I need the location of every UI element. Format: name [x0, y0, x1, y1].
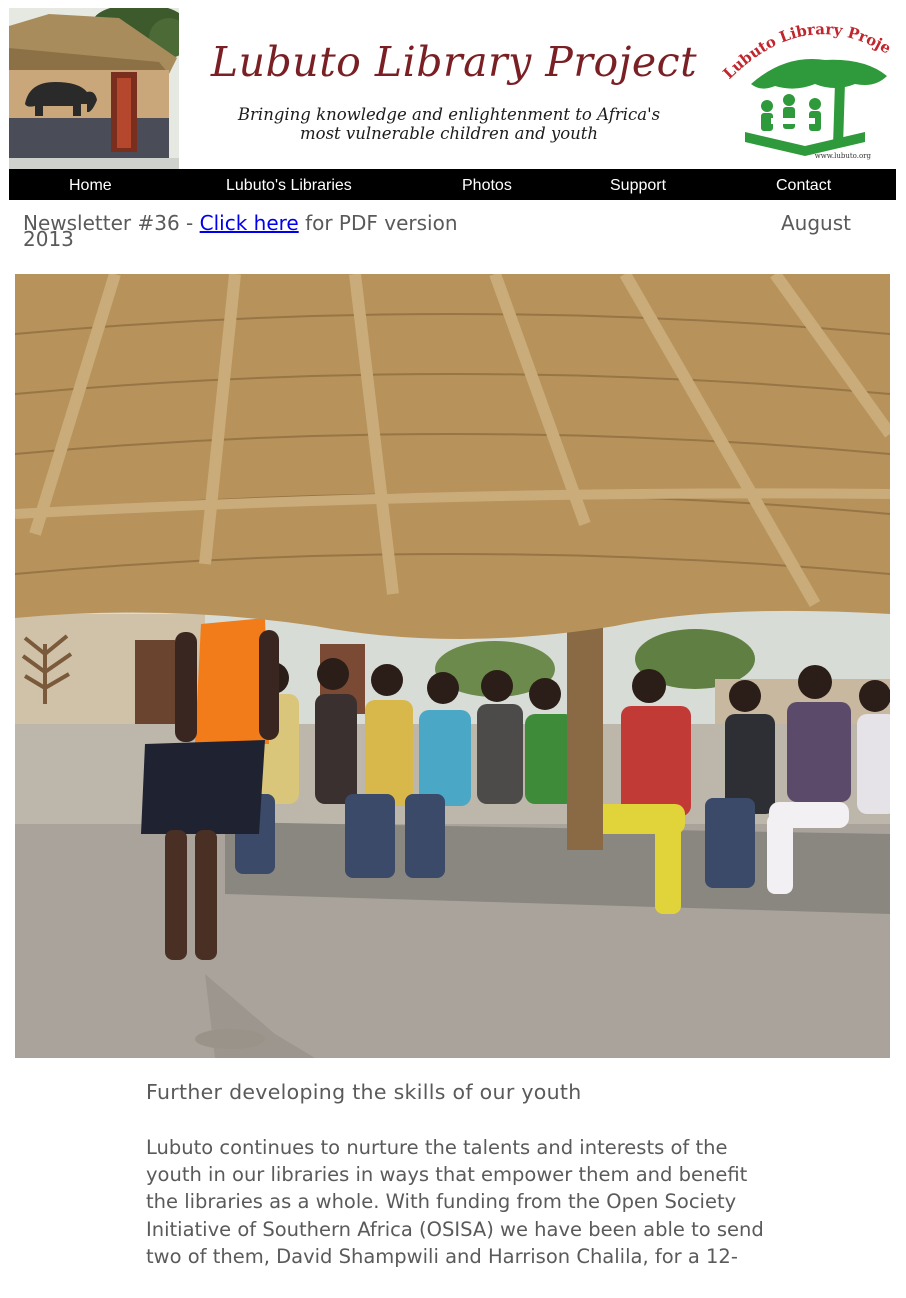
article-body-line: Lubuto continues to nurture the talents …: [146, 1136, 728, 1159]
youth-gathering-photo: [15, 274, 890, 1058]
main-nav: Home Lubuto's Libraries Photos Support C…: [9, 169, 896, 200]
site-tagline: Bringing knowledge and enlightenment to …: [179, 105, 719, 143]
newsletter-issue-line: Newsletter #36 - Click here for PDF vers…: [23, 211, 458, 235]
pdf-version-link[interactable]: Click here: [200, 211, 299, 235]
article-heading: Further developing the skills of our you…: [146, 1080, 582, 1104]
nav-contact[interactable]: Contact: [776, 169, 831, 200]
article-body-line: the libraries as a whole. With funding f…: [146, 1190, 737, 1214]
issue-month: August: [781, 211, 851, 235]
tagline-line-1: Bringing knowledge and enlightenment to …: [237, 105, 661, 124]
article-body-line: youth in our libraries in ways that empo…: [146, 1163, 748, 1187]
banner-hut-photo: [9, 8, 179, 169]
issue-year: 2013: [23, 227, 74, 251]
header-banner: Lubuto Library Project Bringing knowledg…: [9, 8, 896, 169]
site-title: Lubuto Library Project: [210, 38, 698, 86]
article-body-line: two of them, David Shampwili and Harriso…: [146, 1244, 738, 1268]
lubuto-logo: Lubuto Library Project www.lubuto.org: [715, 14, 895, 164]
nav-home[interactable]: Home: [69, 169, 112, 200]
tagline-line-2: most vulnerable children and youth: [299, 124, 599, 143]
issue-suffix: for PDF version: [298, 211, 458, 235]
article-body-line: Initiative of Southern Africa (OSISA) we…: [146, 1217, 764, 1241]
nav-support[interactable]: Support: [610, 169, 666, 200]
article-body: Lubuto continues to nurture the talents …: [146, 1134, 786, 1270]
nav-lubutos-libraries[interactable]: Lubuto's Libraries: [226, 169, 352, 200]
nav-photos[interactable]: Photos: [462, 169, 512, 200]
logo-url: www.lubuto.org: [814, 152, 871, 160]
